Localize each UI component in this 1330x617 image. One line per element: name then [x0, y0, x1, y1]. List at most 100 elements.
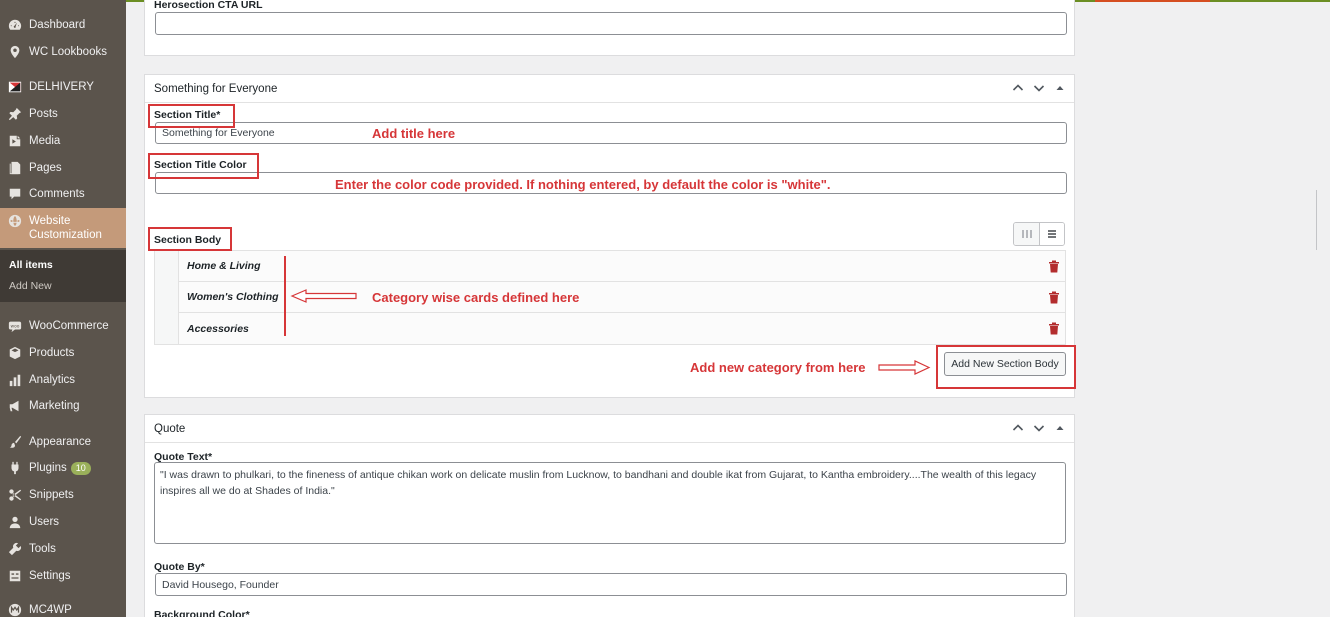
annotation-add-category: Add new category from here: [690, 360, 866, 375]
annotation-add-title: Add title here: [372, 126, 456, 141]
drag-handle[interactable]: [155, 281, 179, 313]
sidebar-item-plugins[interactable]: Plugins 10: [0, 456, 126, 480]
sidebar-item-label: Analytics: [29, 374, 76, 386]
top-accent-bar-red: [1095, 0, 1210, 2]
trash-icon[interactable]: [1048, 322, 1060, 335]
sidebar-item-label: Posts: [29, 108, 58, 120]
megaphone-icon: [8, 399, 22, 413]
repeater-row[interactable]: Home & Living: [155, 250, 1065, 282]
annotation-bracket-line: [284, 256, 286, 336]
sidebar-item-label: Tools: [29, 543, 56, 555]
collapse-toggle-icon[interactable]: [1053, 421, 1066, 434]
sidebar-submenu: All items Add New: [0, 250, 126, 302]
annotation-color-note: Enter the color code provided. If nothin…: [335, 177, 831, 192]
panel-header: Quote: [145, 415, 1074, 443]
sidebar-item-wc-lookbooks[interactable]: WC Lookbooks: [0, 40, 126, 64]
sidebar-item-posts[interactable]: Posts: [0, 102, 126, 126]
sidebar-item-dashboard[interactable]: Dashboard: [0, 13, 126, 37]
scrollbar-marker: [1316, 190, 1317, 250]
sidebar-item-label: MC4WP: [29, 604, 72, 616]
cube-icon: [8, 346, 22, 360]
submenu-add-new[interactable]: Add New: [9, 280, 52, 292]
panel-header: Something for Everyone: [145, 75, 1074, 103]
wrench-icon: [8, 542, 22, 556]
sidebar-item-woocommerce[interactable]: woo WooCommerce: [0, 314, 126, 338]
annotation-left-arrow-icon: [290, 289, 357, 303]
panel-title: Something for Everyone: [154, 82, 278, 95]
move-down-icon[interactable]: [1032, 421, 1045, 434]
globe-icon: [8, 214, 22, 228]
herosection-cta-url-label: Herosection CTA URL: [154, 0, 263, 11]
column-view-icon[interactable]: [1014, 223, 1039, 245]
move-up-icon[interactable]: [1011, 421, 1024, 434]
herosection-panel: Herosection CTA URL: [144, 0, 1075, 56]
svg-text:woo: woo: [11, 324, 20, 329]
sidebar-item-tools[interactable]: Tools: [0, 537, 126, 561]
drag-handle[interactable]: [155, 250, 179, 282]
mc4wp-icon: [8, 603, 22, 617]
sidebar-item-pages[interactable]: Pages: [0, 156, 126, 180]
repeater-row-label: Women's Clothing: [187, 291, 279, 303]
sidebar-item-label: Media: [29, 135, 61, 147]
pages-icon: [8, 161, 22, 175]
woocommerce-icon: woo: [8, 319, 22, 333]
annotation-box-add-button: [936, 345, 1076, 389]
pushpin-icon: [8, 107, 22, 121]
sidebar-item-label: Comments: [29, 188, 85, 200]
settings-icon: [8, 569, 22, 583]
quote-by-input[interactable]: [155, 573, 1067, 596]
pin-icon: [8, 45, 22, 59]
row-view-icon[interactable]: [1039, 223, 1064, 245]
annotation-category-note: Category wise cards defined here: [372, 290, 580, 305]
comment-icon: [8, 187, 22, 201]
annotation-box-section-body: [148, 227, 232, 251]
bar-chart-icon: [8, 373, 22, 387]
repeater-row-label: Home & Living: [187, 260, 261, 272]
sidebar-item-appearance[interactable]: Appearance: [0, 430, 126, 454]
trash-icon[interactable]: [1048, 260, 1060, 273]
trash-icon[interactable]: [1048, 291, 1060, 304]
sidebar-item-label: Plugins: [29, 462, 67, 474]
sidebar-item-users[interactable]: Users: [0, 510, 126, 534]
delhivery-logo-icon: [8, 80, 22, 94]
sidebar-item-analytics[interactable]: Analytics: [0, 368, 126, 392]
annotation-box-section-title: [148, 104, 235, 128]
sidebar-item-label: Products: [29, 347, 75, 359]
plug-icon: [8, 461, 22, 475]
sidebar-item-settings[interactable]: Settings: [0, 564, 126, 588]
sidebar-item-products[interactable]: Products: [0, 341, 126, 365]
annotation-right-arrow-icon: [878, 360, 931, 375]
submenu-all-items[interactable]: All items: [9, 259, 53, 271]
sidebar-item-mc4wp[interactable]: MC4WP: [0, 598, 126, 617]
move-down-icon[interactable]: [1032, 81, 1045, 94]
user-icon: [8, 515, 22, 529]
scissors-icon: [8, 488, 22, 502]
quote-text-textarea[interactable]: "I was drawn to phulkari, to the finenes…: [154, 462, 1066, 544]
repeater-row[interactable]: Accessories: [155, 313, 1065, 344]
sidebar-item-label: DELHIVERY: [29, 81, 94, 93]
sidebar-item-label: Settings: [29, 570, 71, 582]
sidebar-item-label: WooCommerce: [29, 320, 109, 332]
sidebar-item-marketing[interactable]: Marketing: [0, 394, 126, 418]
repeater-row-label: Accessories: [187, 322, 249, 335]
sidebar-item-website-customization[interactable]: Website Customization: [0, 208, 126, 248]
sidebar-item-comments[interactable]: Comments: [0, 182, 126, 206]
sidebar-item-label: Dashboard: [29, 19, 86, 31]
plugins-update-badge: 10: [70, 461, 91, 475]
sidebar-item-label: Users: [29, 516, 60, 528]
sidebar-item-label: Marketing: [29, 400, 80, 412]
sidebar-item-media[interactable]: Media: [0, 129, 126, 153]
annotation-box-title-color: [148, 153, 259, 179]
sidebar-item-delhivery[interactable]: DELHIVERY: [0, 75, 126, 99]
sidebar-item-label: Website Customization: [29, 215, 102, 241]
section-title-input[interactable]: [155, 122, 1067, 144]
herosection-cta-url-input[interactable]: [155, 12, 1067, 35]
drag-handle[interactable]: [155, 313, 179, 344]
sidebar-item-label: Appearance: [29, 436, 92, 448]
sidebar-item-snippets[interactable]: Snippets: [0, 483, 126, 507]
collapse-toggle-icon[interactable]: [1053, 81, 1066, 94]
admin-sidebar: Dashboard WC Lookbooks DELHIVERY Posts M…: [0, 0, 126, 617]
move-up-icon[interactable]: [1011, 81, 1024, 94]
quote-panel: Quote Quote Text* "I was drawn to phulka…: [144, 414, 1075, 617]
panel-title: Quote: [154, 422, 186, 435]
